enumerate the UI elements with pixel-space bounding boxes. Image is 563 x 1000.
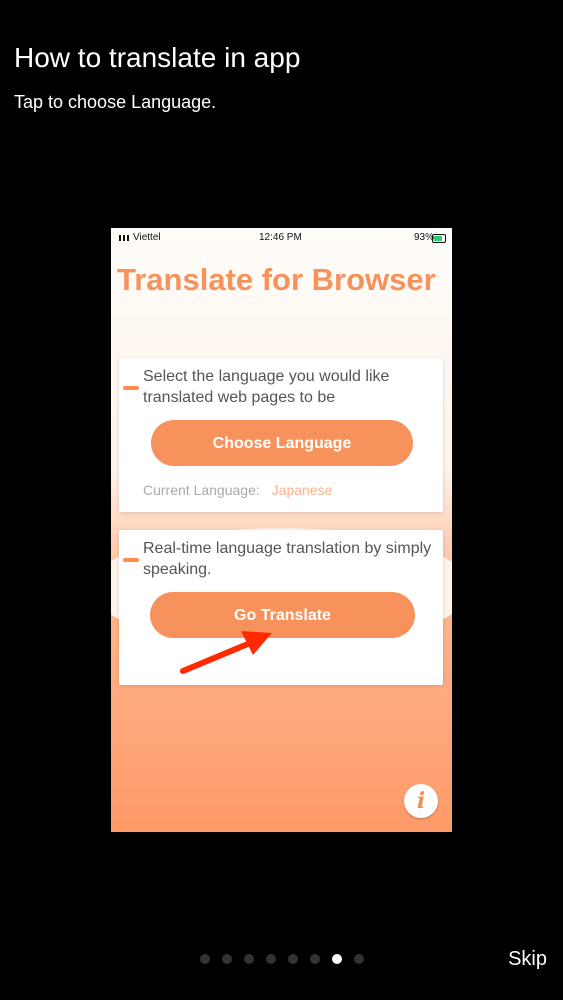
status-bar: Viettel 12:46 PM 93% <box>111 228 452 248</box>
dash-accent-icon <box>123 386 139 390</box>
current-language-value: Japanese <box>271 482 333 498</box>
dash-accent-icon <box>123 558 139 562</box>
tutorial-title: How to translate in app <box>14 42 301 73</box>
choose-language-button[interactable]: Choose Language <box>151 420 413 466</box>
status-time: 12:46 PM <box>259 232 302 243</box>
pager-dot[interactable] <box>222 954 232 964</box>
signal-icon <box>119 235 129 241</box>
translate-card: Real-time language translation by simply… <box>119 530 443 685</box>
language-card: Select the language you would like trans… <box>119 358 443 512</box>
carrier-label: Viettel <box>133 232 161 243</box>
tutorial-subtitle: Tap to choose Language. <box>14 92 217 112</box>
red-arrow-icon <box>180 631 272 674</box>
info-icon[interactable]: i <box>404 784 438 818</box>
language-card-description: Select the language you would like trans… <box>143 368 390 406</box>
current-language: Current Language: Japanese <box>143 482 332 498</box>
battery-icon <box>432 234 446 243</box>
battery-percent: 93% <box>413 232 434 243</box>
app-title: Translate for Browser <box>117 262 436 297</box>
pager-dot[interactable] <box>244 954 254 964</box>
pager-dot[interactable] <box>200 954 210 964</box>
phone-screenshot: Viettel 12:46 PM 93% Translate for Brows… <box>111 228 452 832</box>
current-language-label: Current Language: <box>143 482 260 498</box>
pager-dots <box>200 954 364 964</box>
pager-dot[interactable] <box>266 954 276 964</box>
translate-card-description: Real-time language translation by simply… <box>143 540 432 578</box>
pager-dot[interactable] <box>288 954 298 964</box>
pager-dot[interactable] <box>310 954 320 964</box>
pager-dot-active[interactable] <box>332 954 342 964</box>
skip-button[interactable]: Skip <box>508 948 547 971</box>
pager-dot[interactable] <box>354 954 364 964</box>
